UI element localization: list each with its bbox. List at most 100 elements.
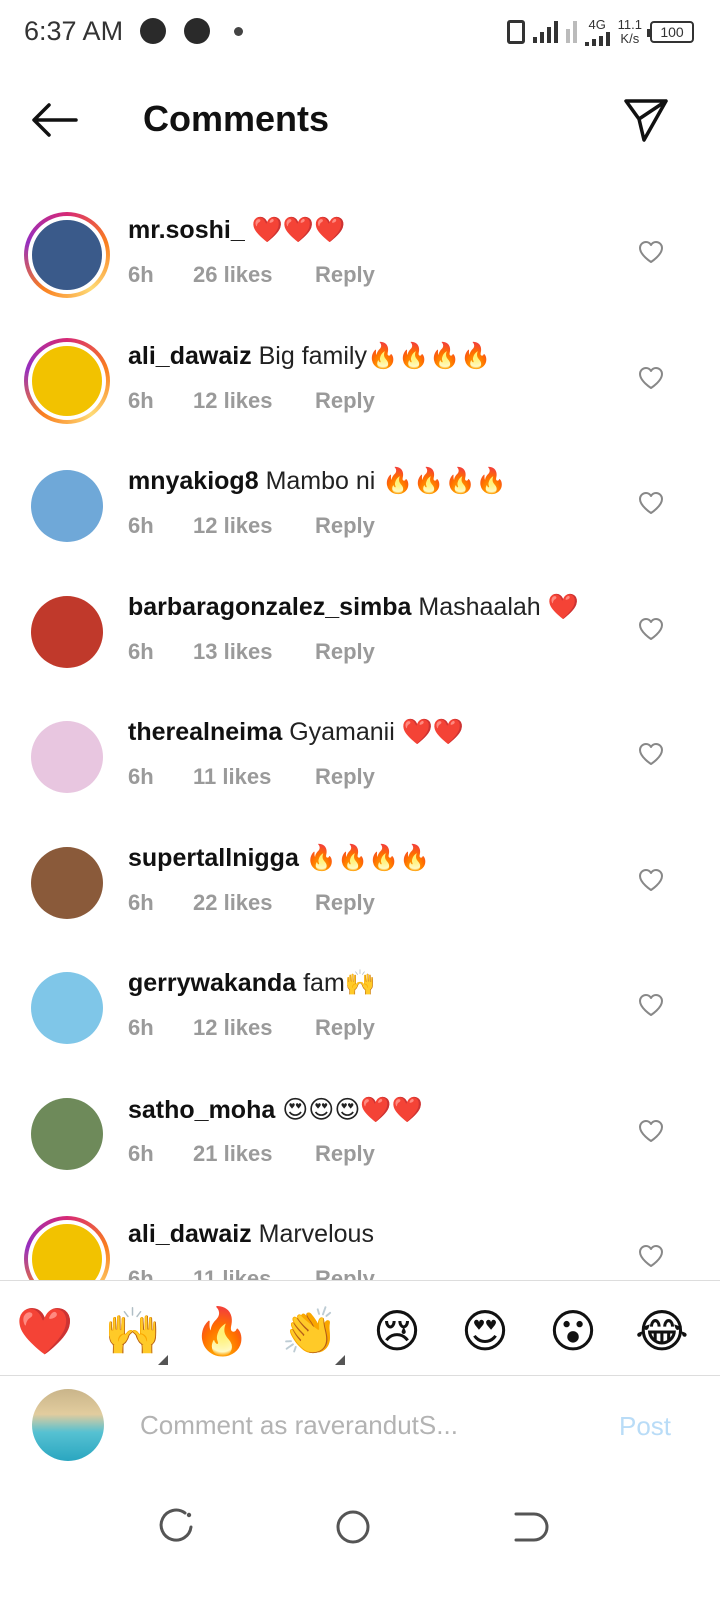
back-nav-icon[interactable]	[508, 1505, 552, 1549]
comments-list[interactable]: mr.soshi_ ❤️❤️❤️ 6h 26 likes Reply ali_d…	[0, 190, 720, 1280]
comment-time: 6h	[128, 1015, 154, 1040]
comment-time: 6h	[128, 1140, 154, 1166]
comment-username[interactable]: ali_dawaiz	[128, 342, 252, 370]
heart-outline-icon[interactable]	[638, 366, 664, 390]
comment-likes[interactable]: 12 likes	[193, 513, 315, 539]
comment-row[interactable]: mr.soshi_ ❤️❤️❤️ 6h 26 likes Reply	[0, 190, 720, 315]
comment-text-line: barbaragonzalez_simba Mashaalah ❤️	[128, 593, 579, 622]
comment-text: 😍😍😍❤️❤️	[282, 1095, 423, 1124]
avatar[interactable]	[24, 463, 110, 549]
reply-button[interactable]: Reply	[315, 1015, 375, 1041]
reply-button[interactable]: Reply	[315, 1141, 375, 1167]
comment-username[interactable]: ali_dawaiz	[128, 1220, 252, 1248]
comment-username[interactable]: barbaragonzalez_simba	[128, 593, 411, 621]
avatar-image	[31, 846, 103, 919]
avatar[interactable]	[24, 1216, 110, 1280]
signal-4g: 4G	[584, 17, 610, 46]
skin-tone-indicator-icon	[335, 1355, 345, 1365]
reaction-emoji-button[interactable]: 😢	[369, 1303, 425, 1359]
vibrate-icon	[506, 20, 525, 44]
avatar[interactable]	[24, 589, 110, 675]
comment-row[interactable]: gerrywakanda fam🙌 6h 12 likes Reply	[0, 943, 720, 1068]
comment-input[interactable]	[140, 1401, 560, 1449]
heart-outline-icon[interactable]	[638, 868, 664, 892]
comment-likes[interactable]: 12 likes	[193, 1015, 315, 1041]
comment-likes[interactable]: 22 likes	[193, 890, 315, 916]
comment-username[interactable]: gerrywakanda	[128, 969, 296, 997]
reply-button[interactable]: Reply	[315, 639, 375, 665]
comment-time: 6h	[128, 262, 154, 287]
comment-likes[interactable]: 21 likes	[193, 1141, 315, 1167]
comment-likes[interactable]: 12 likes	[193, 388, 315, 414]
comment-text: Mambo ni 🔥🔥🔥🔥	[265, 467, 507, 495]
reaction-emoji-button[interactable]: 😂	[634, 1303, 690, 1359]
comment-text: Big family🔥🔥🔥🔥	[258, 341, 492, 370]
avatar[interactable]	[24, 840, 110, 926]
comment-text-line: mnyakiog8 Mambo ni 🔥🔥🔥🔥	[128, 467, 507, 496]
reaction-emoji-button[interactable]: 🔥	[193, 1303, 250, 1359]
avatar-image	[31, 470, 103, 542]
comment-row[interactable]: supertallnigga 🔥🔥🔥🔥 6h 22 likes Reply	[0, 818, 720, 943]
comment-row[interactable]: ali_dawaiz Marvelous 6h 11 likes Reply	[0, 1194, 720, 1280]
reaction-emoji-button[interactable]: ❤️	[16, 1303, 73, 1359]
heart-outline-icon[interactable]	[638, 240, 664, 264]
comment-time: 6h	[128, 638, 154, 664]
comment-likes[interactable]: 26 likes	[193, 262, 315, 288]
comment-likes[interactable]: 11 likes	[193, 1266, 315, 1280]
home-icon[interactable]	[331, 1505, 375, 1549]
arrow-left-icon[interactable]	[30, 102, 80, 138]
reaction-emoji-button[interactable]: 🙌	[104, 1303, 168, 1365]
notification-icon	[184, 18, 210, 44]
reply-button[interactable]: Reply	[315, 764, 375, 790]
comment-text-line: satho_moha 😍😍😍❤️❤️	[128, 1095, 423, 1125]
comment-text-line: mr.soshi_ ❤️❤️❤️	[128, 216, 345, 245]
heart-outline-icon[interactable]	[638, 1244, 664, 1268]
comment-likes[interactable]: 11 likes	[193, 764, 315, 790]
comment-username[interactable]: supertallnigga	[128, 844, 299, 872]
heart-outline-icon[interactable]	[638, 1119, 664, 1143]
reply-button[interactable]: Reply	[315, 513, 375, 539]
comment-username[interactable]: mr.soshi_	[128, 216, 245, 244]
reply-button[interactable]: Reply	[315, 388, 375, 414]
avatar[interactable]	[24, 1091, 110, 1177]
comment-row[interactable]: mnyakiog8 Mambo ni 🔥🔥🔥🔥 6h 12 likes Repl…	[0, 441, 720, 566]
header: Comments	[0, 84, 720, 156]
heart-outline-icon[interactable]	[638, 742, 664, 766]
heart-outline-icon[interactable]	[638, 617, 664, 641]
comment-row[interactable]: barbaragonzalez_simba Mashaalah ❤️ 6h 13…	[0, 567, 720, 692]
comment-username[interactable]: mnyakiog8	[128, 467, 259, 495]
reaction-emoji-button[interactable]: 😍	[457, 1303, 513, 1359]
avatar-image	[31, 972, 103, 1044]
comment-username[interactable]: therealneima	[128, 718, 282, 746]
comment-likes[interactable]: 13 likes	[193, 639, 315, 665]
avatar[interactable]	[24, 337, 110, 424]
reply-button[interactable]: Reply	[315, 262, 375, 288]
heart-outline-icon[interactable]	[638, 491, 664, 515]
emoji-reaction-bar: ❤️ 🙌 🔥 👏 😢 😍 😮 😂	[0, 1280, 720, 1376]
skin-tone-indicator-icon	[158, 1355, 168, 1365]
reaction-emoji-button[interactable]: 😮	[545, 1303, 601, 1359]
avatar[interactable]	[24, 714, 110, 800]
paper-plane-icon[interactable]	[622, 96, 670, 144]
recent-apps-icon[interactable]	[155, 1505, 199, 1549]
comment-text: fam🙌	[303, 969, 376, 997]
reaction-emoji-button[interactable]: 👏	[281, 1303, 345, 1365]
comment-meta: 6h 12 likes Reply	[128, 388, 375, 414]
reply-button[interactable]: Reply	[315, 890, 375, 916]
avatar-image	[28, 1220, 106, 1280]
comment-row[interactable]: satho_moha 😍😍😍❤️❤️ 6h 21 likes Reply	[0, 1069, 720, 1194]
battery-icon: 100	[647, 21, 694, 43]
heart-outline-icon[interactable]	[638, 993, 664, 1017]
reply-button[interactable]: Reply	[315, 1266, 375, 1280]
post-button[interactable]: Post	[619, 1411, 671, 1442]
comment-time: 6h	[128, 513, 154, 538]
comment-meta: 6h 11 likes Reply	[128, 1266, 375, 1280]
network-type: 4G	[588, 17, 606, 32]
comment-row[interactable]: therealneima Gyamanii ❤️❤️ 6h 11 likes R…	[0, 692, 720, 817]
comment-username[interactable]: satho_moha	[128, 1096, 275, 1124]
comment-row[interactable]: ali_dawaiz Big family🔥🔥🔥🔥 6h 12 likes Re…	[0, 316, 720, 441]
avatar[interactable]	[24, 965, 110, 1051]
notification-icon	[140, 18, 166, 44]
avatar[interactable]	[24, 212, 110, 298]
comment-meta: 6h 22 likes Reply	[128, 890, 375, 916]
